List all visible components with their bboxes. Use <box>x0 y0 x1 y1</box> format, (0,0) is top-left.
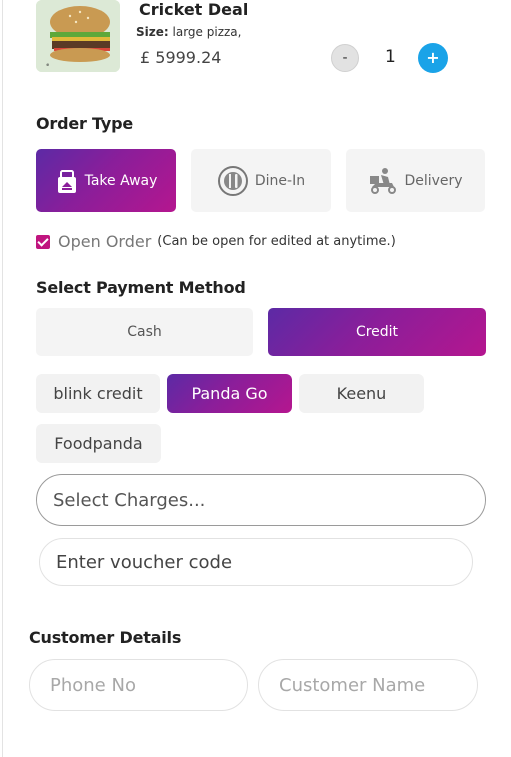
credit-option-foodpanda[interactable]: Foodpanda <box>36 424 161 463</box>
credit-option-blink-credit[interactable]: blink credit <box>36 374 160 413</box>
order-type-dine-in[interactable]: Dine-In <box>191 149 331 212</box>
product-size-label: Size: <box>136 25 169 39</box>
left-divider <box>2 0 3 757</box>
select-charges-dropdown[interactable]: Select Charges... <box>36 474 486 526</box>
credit-option-keenu[interactable]: Keenu <box>299 374 424 413</box>
order-type-label: Take Away <box>84 172 158 189</box>
payment-credit-button[interactable]: Credit <box>268 308 486 356</box>
plate-fork-knife-icon <box>217 165 249 197</box>
open-order-row: Open Order (Can be open for edited at an… <box>36 232 396 251</box>
credit-option-panda-go[interactable]: Panda Go <box>167 374 292 413</box>
order-type-label: Dine-In <box>254 172 306 189</box>
quantity-value: 1 <box>385 47 396 67</box>
payment-method-title: Select Payment Method <box>36 278 246 297</box>
open-order-checkbox[interactable] <box>36 234 50 249</box>
product-name: Cricket Deal <box>139 0 249 19</box>
customer-details-title: Customer Details <box>29 628 182 647</box>
customer-name-input[interactable]: Customer Name <box>258 659 478 711</box>
order-type-take-away[interactable]: Take Away <box>36 149 176 212</box>
quantity-decrease-button[interactable]: - <box>331 44 359 72</box>
voucher-code-input[interactable]: Enter voucher code <box>39 538 473 586</box>
payment-cash-button[interactable]: Cash <box>36 308 253 356</box>
phone-number-input[interactable]: Phone No <box>29 659 248 711</box>
svg-text:⊕: ⊕ <box>46 62 49 67</box>
order-type-delivery[interactable]: Delivery <box>346 149 485 212</box>
product-size-value: large pizza, <box>172 25 242 39</box>
delivery-scooter-icon <box>368 167 398 195</box>
open-order-note: (Can be open for edited at anytime.) <box>157 234 396 249</box>
product-size: Size: large pizza, <box>136 25 241 39</box>
product-image: ⊕ <box>36 0 120 72</box>
open-order-label[interactable]: Open Order <box>58 232 151 251</box>
order-type-title: Order Type <box>36 114 134 133</box>
order-type-label: Delivery <box>404 172 463 189</box>
takeaway-bag-icon <box>55 167 79 195</box>
quantity-increase-button[interactable]: + <box>418 43 448 73</box>
product-price: £ 5999.24 <box>140 48 222 67</box>
